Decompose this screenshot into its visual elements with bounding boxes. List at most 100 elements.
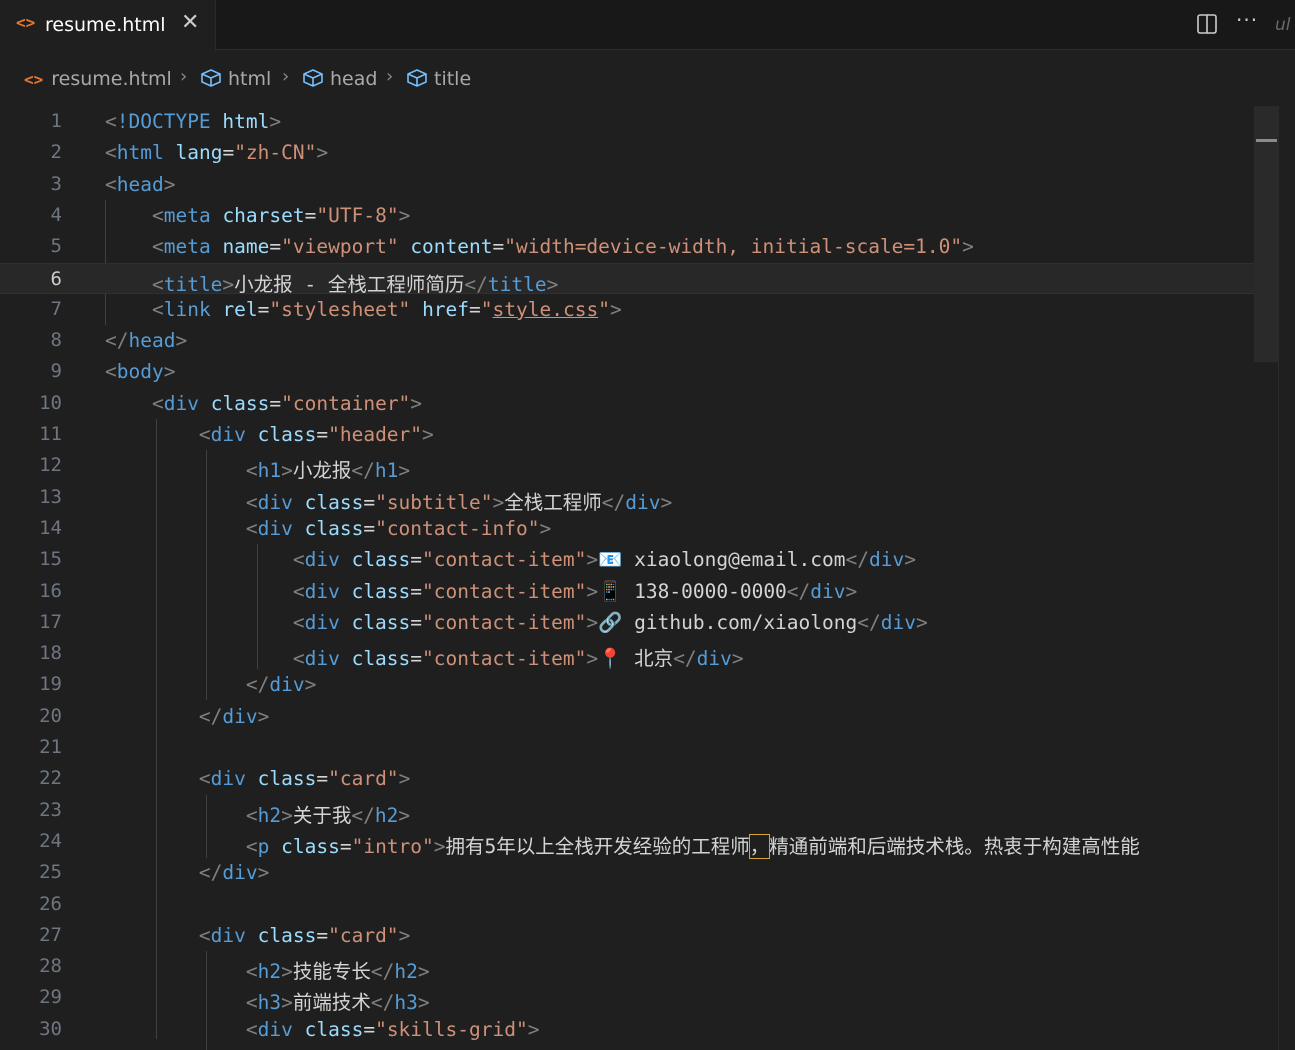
code-text: <html lang="zh-CN"> — [105, 141, 329, 165]
code-text: <h3>前端技术</h3> — [245, 991, 430, 1015]
line-number: 6 — [50, 267, 62, 290]
code-text: <div class="container"> — [151, 391, 423, 415]
code-line[interactable]: 8 </head> — [0, 325, 1278, 356]
line-number: 20 — [39, 704, 62, 727]
close-icon[interactable]: ✕ — [181, 10, 199, 35]
tab-resume-html[interactable]: <> resume.html ✕ — [0, 0, 216, 51]
cube-icon — [201, 69, 221, 87]
line-number: 15 — [39, 548, 62, 571]
html-file-icon: <> — [24, 70, 44, 89]
line-number: 23 — [39, 798, 62, 821]
code-line[interactable]: 15 <div class="contact-item">📧 xiaolong@… — [0, 544, 1278, 575]
line-number: 7 — [50, 297, 62, 320]
code-text: <div class="contact-item">📱 138-0000-000… — [292, 579, 858, 603]
breadcrumb-item-head[interactable]: head — [302, 68, 377, 90]
code-line[interactable]: 22 <div class="card"> — [0, 763, 1278, 794]
breadcrumb-item-html[interactable]: html — [200, 68, 271, 90]
code-text: <meta name="viewport" content="width=dev… — [151, 235, 974, 259]
code-line[interactable]: 10 <div class="container"> — [0, 388, 1278, 419]
code-line[interactable]: 3 <head> — [0, 169, 1278, 200]
code-text: <meta charset="UTF-8"> — [151, 203, 411, 227]
code-text: <h1>小龙报</h1> — [245, 459, 411, 483]
line-number: 25 — [39, 861, 62, 884]
line-number: 17 — [39, 610, 62, 633]
code-text: <div class="header"> — [198, 423, 434, 446]
code-line[interactable]: 27 <div class="card"> — [0, 920, 1278, 951]
line-number: 19 — [39, 673, 62, 696]
chevron-right-icon: › — [282, 66, 290, 87]
code-line[interactable]: 17 <div class="contact-item">🔗 github.co… — [0, 607, 1278, 638]
line-number: 21 — [39, 736, 62, 758]
code-line[interactable]: 7 <link rel="stylesheet" href="style.css… — [0, 294, 1278, 325]
code-text: <body> — [105, 360, 176, 384]
code-line[interactable]: 9 <body> — [0, 356, 1278, 387]
code-line[interactable]: 5 <meta name="viewport" content="width=d… — [0, 231, 1278, 262]
line-number: 3 — [50, 172, 62, 195]
html-file-icon: <> — [16, 13, 36, 32]
tab-bar: <> resume.html ✕ ··· ul — [0, 0, 1295, 51]
code-line[interactable]: 30 <div class="skills-grid"> — [0, 1014, 1278, 1045]
code-text: <div class="skills-grid"> — [245, 1017, 540, 1041]
split-editor-icon[interactable] — [1196, 13, 1218, 35]
breadcrumb: <> resume.html › html › head › title — [0, 62, 1280, 98]
code-line[interactable]: 2 <html lang="zh-CN"> — [0, 137, 1278, 168]
code-line[interactable]: 19 </div> — [0, 669, 1278, 700]
code-line[interactable]: 11 <div class="header"> — [0, 419, 1278, 450]
chevron-right-icon: › — [386, 66, 394, 87]
line-number: 27 — [39, 923, 62, 946]
code-text: <div class="card"> — [198, 767, 411, 791]
code-text: </head> — [105, 329, 188, 353]
code-text: <div class="contact-item">📍 北京</div> — [292, 647, 744, 671]
line-number: 18 — [39, 642, 62, 665]
breadcrumb-item-title[interactable]: title — [406, 68, 471, 90]
code-text: <div class="contact-item">📧 xiaolong@ema… — [292, 548, 916, 572]
code-text: <!DOCTYPE html> — [105, 110, 282, 133]
code-line[interactable]: 25 </div> — [0, 857, 1278, 888]
code-text: <title>小龙报 - 全栈工程师简历</title> — [151, 272, 559, 296]
code-line[interactable]: 20 </div> — [0, 701, 1278, 732]
code-line[interactable]: 6 <title>小龙报 - 全栈工程师简历</title> — [0, 262, 1278, 296]
code-text: <p class="intro">拥有5年以上全栈开发经验的工程师，精通前端和后… — [245, 833, 1140, 859]
code-line[interactable]: 18 <div class="contact-item">📍 北京</div> — [0, 638, 1278, 671]
code-text: </div> — [198, 861, 270, 885]
code-line[interactable]: 16 <div class="contact-item">📱 138-0000-… — [0, 576, 1278, 607]
line-number: 24 — [39, 829, 62, 852]
minimap-cursor-marker — [1256, 139, 1277, 142]
code-text: <h2>关于我</h2> — [245, 803, 411, 827]
line-number: 26 — [39, 892, 62, 915]
line-number: 28 — [39, 955, 62, 978]
code-line[interactable]: 23 <h2>关于我</h2> — [0, 795, 1278, 827]
code-line[interactable]: 14 <div class="contact-info"> — [0, 513, 1278, 544]
line-number: 2 — [50, 141, 62, 164]
code-text: <div class="contact-item">🔗 github.com/x… — [292, 610, 928, 634]
code-line[interactable]: 29 <h3>前端技术</h3> — [0, 982, 1278, 1015]
code-text: <div class="subtitle">全栈工程师</div> — [245, 490, 673, 514]
code-line[interactable]: 13 <div class="subtitle">全栈工程师</div> — [0, 482, 1278, 514]
code-text: </div> — [245, 673, 317, 697]
line-number: 10 — [39, 391, 62, 414]
code-line[interactable]: 21 — [0, 732, 1278, 763]
line-number: 14 — [39, 516, 62, 539]
line-number: 29 — [39, 986, 62, 1009]
code-text: </div> — [198, 704, 270, 728]
breadcrumb-item-file[interactable]: <> resume.html — [24, 68, 172, 90]
line-number: 12 — [39, 454, 62, 477]
minimap-slider[interactable] — [1254, 106, 1278, 362]
code-text: <h2>技能专长</h2> — [245, 960, 430, 984]
line-number: 4 — [50, 203, 62, 226]
more-actions-icon[interactable]: ··· — [1236, 8, 1258, 32]
code-line[interactable]: 1 <!DOCTYPE html> — [0, 106, 1278, 137]
cube-icon — [407, 69, 427, 87]
line-number: 30 — [39, 1017, 62, 1040]
code-line[interactable]: 4 <meta charset="UTF-8"> — [0, 200, 1278, 231]
code-line[interactable]: 12 <h1>小龙报</h1> — [0, 450, 1278, 483]
code-text: <head> — [105, 172, 176, 196]
line-number: 16 — [39, 579, 62, 602]
line-number: 1 — [50, 110, 62, 132]
code-line[interactable]: 24 <p class="intro">拥有5年以上全栈开发经验的工程师，精通前… — [0, 826, 1278, 859]
vertical-scrollbar[interactable] — [1278, 106, 1295, 1050]
code-editor[interactable]: 1 <!DOCTYPE html> 2 <html lang="zh-CN"> 3 <he… — [0, 106, 1278, 1050]
code-line[interactable]: 26 — [0, 889, 1278, 920]
code-line[interactable]: 28 <h2>技能专长</h2> — [0, 951, 1278, 984]
tab-label: resume.html — [45, 14, 166, 36]
